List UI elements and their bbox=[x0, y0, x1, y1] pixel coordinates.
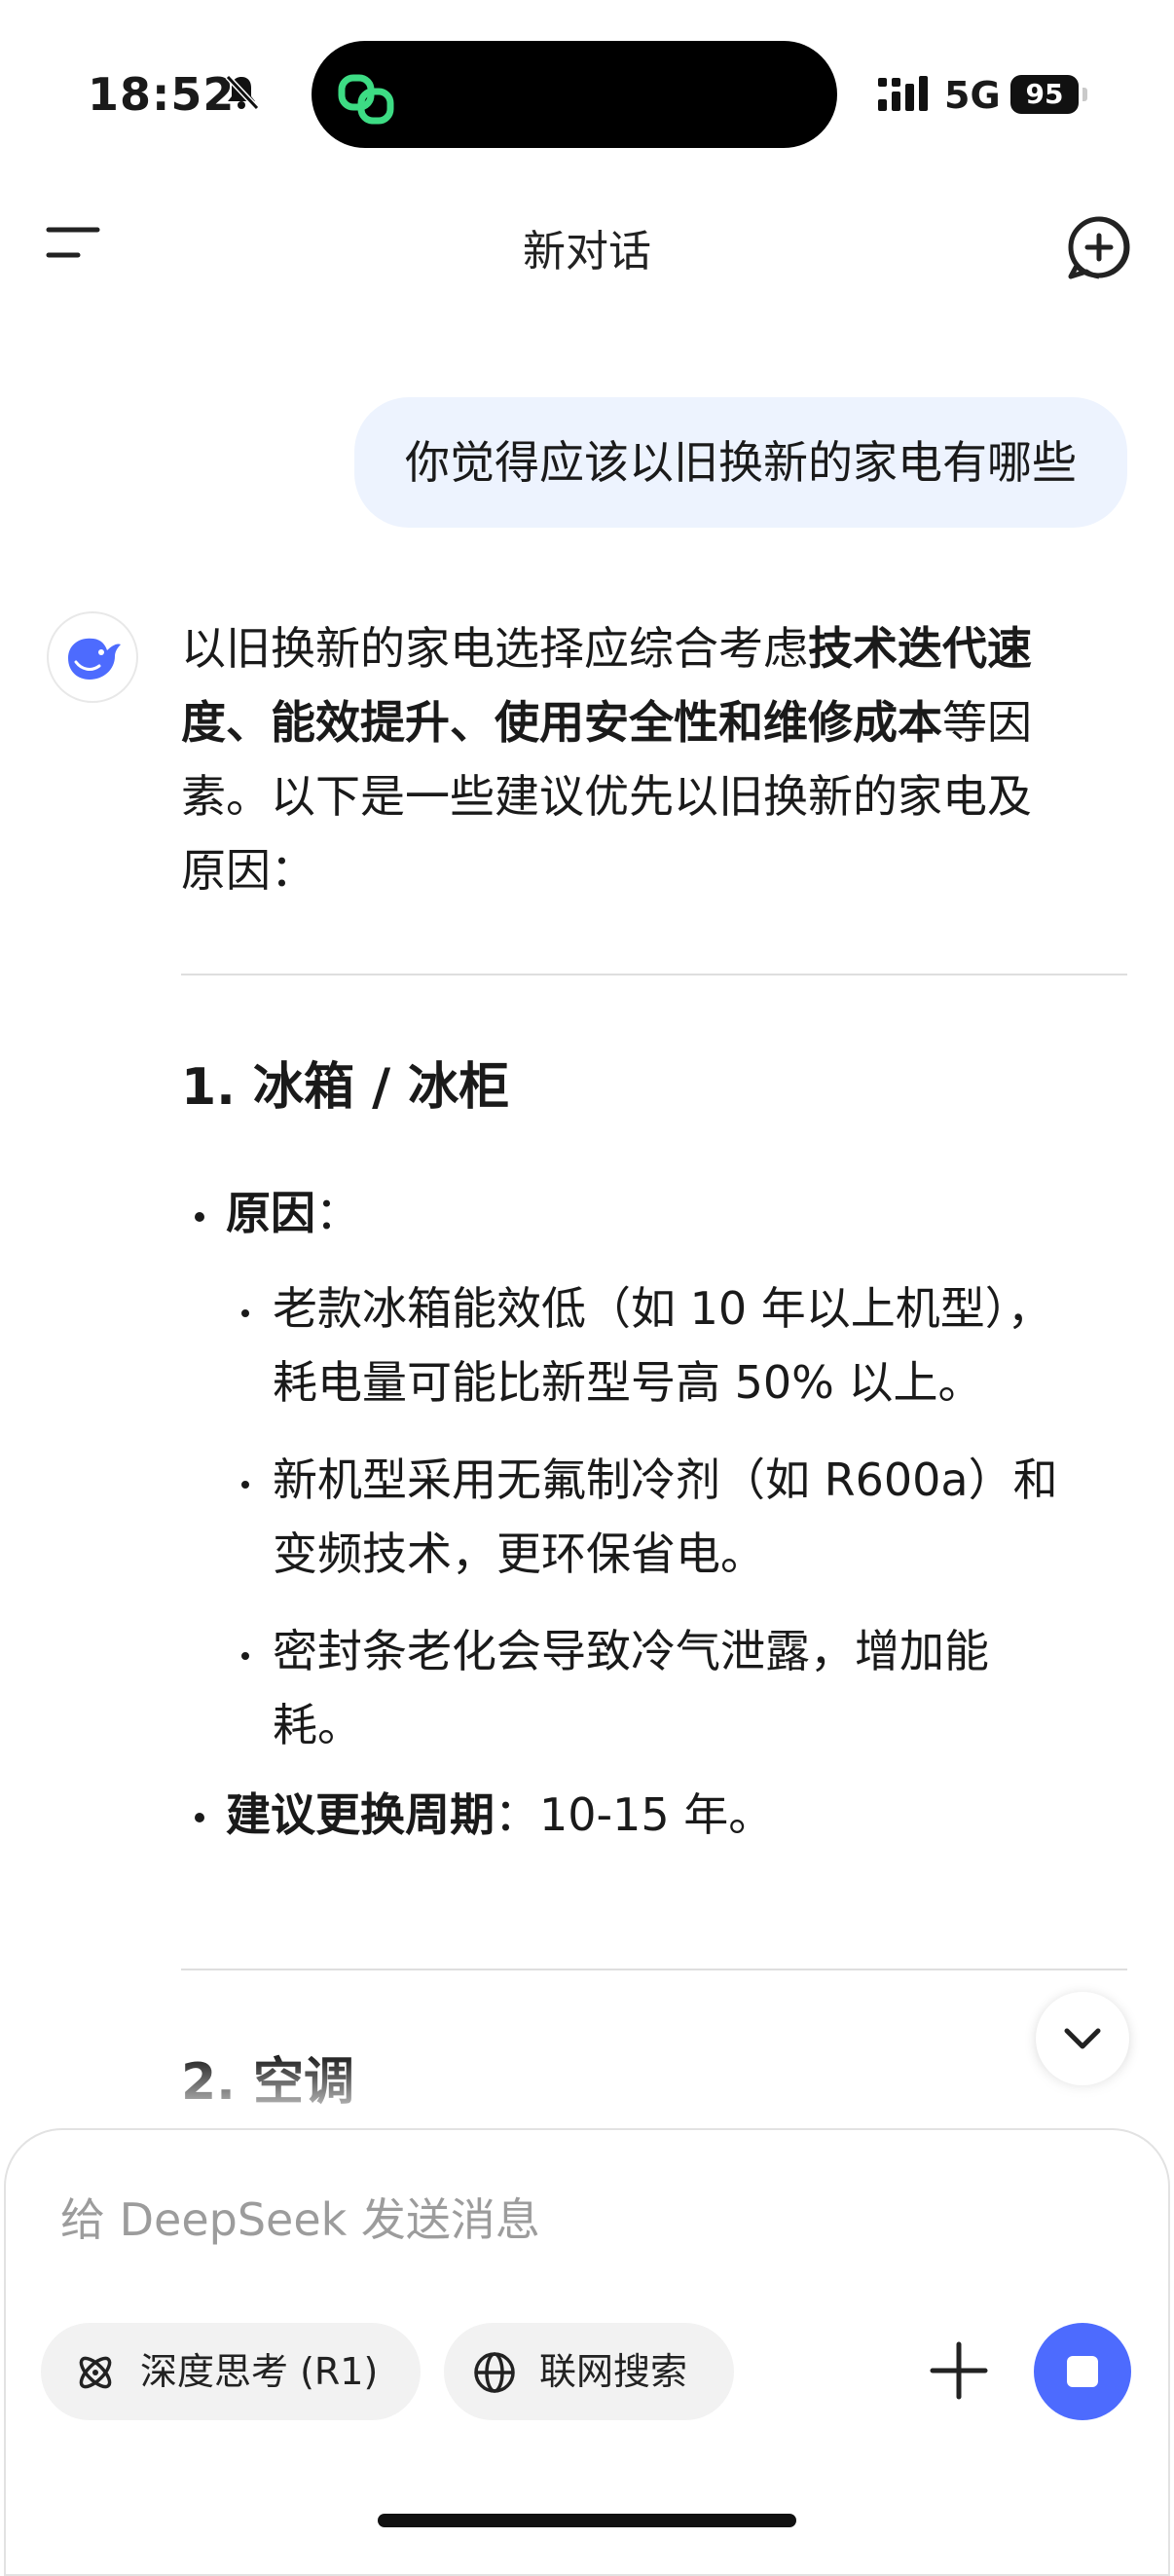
battery-level: 95 bbox=[1010, 75, 1079, 114]
bell-slash-icon bbox=[222, 72, 261, 115]
bullet-dot bbox=[195, 1212, 204, 1222]
home-indicator bbox=[378, 2514, 796, 2527]
stop-generation-button[interactable] bbox=[1034, 2323, 1131, 2420]
reason-item: 密封条老化会导致冷气泄露，增加能 耗。 bbox=[273, 1625, 989, 1751]
deep-think-label: 深度思考 (R1) bbox=[140, 2350, 379, 2393]
deepseek-avatar bbox=[47, 611, 138, 703]
section-divider bbox=[181, 974, 1127, 975]
sub-bullet-dot bbox=[241, 1481, 249, 1489]
atom-icon bbox=[79, 2356, 112, 2389]
answer-line: 素。以下是一些建议优先以旧换新的家电及 bbox=[181, 770, 1032, 823]
assistant-message: 以旧换新的家电选择应综合考虑技术迭代速 度、能效提升、使用安全性和维修成本等因 … bbox=[181, 611, 1127, 907]
signal-icon bbox=[878, 74, 936, 117]
new-chat-icon[interactable] bbox=[1065, 214, 1133, 286]
answer-line: 原因： bbox=[181, 844, 315, 897]
chevron-down-icon bbox=[1064, 2028, 1101, 2049]
page-title: 新对话 bbox=[523, 227, 651, 276]
status-bar: 18:52 5G 95 bbox=[0, 0, 1174, 185]
reason-item: 新机型采用无氟制冷剂（如 R600a）和 变频技术，更环保省电。 bbox=[273, 1454, 1058, 1580]
user-message-bubble: 你觉得应该以旧换新的家电有哪些 bbox=[354, 397, 1127, 528]
battery-icon bbox=[1082, 88, 1087, 101]
deep-think-button[interactable]: 深度思考 (R1) bbox=[41, 2323, 421, 2420]
reason-label-row: 原因： bbox=[226, 1187, 360, 1239]
sub-bullet-dot bbox=[241, 1309, 249, 1317]
sub-bullet-dot bbox=[241, 1652, 249, 1660]
answer-line: 度、能效提升、使用安全性和维修成本等因 bbox=[181, 696, 1032, 749]
deepseek-whale-icon bbox=[68, 638, 121, 680]
content-fade bbox=[0, 2054, 1174, 2132]
dynamic-island-app-icon bbox=[336, 70, 400, 132]
status-time: 18:52 bbox=[88, 68, 236, 121]
attach-plus-icon[interactable] bbox=[927, 2338, 991, 2407]
reason-item: 老款冰箱能效低（如 10 年以上机型）， 耗电量可能比新型号高 50% 以上。 bbox=[273, 1282, 1052, 1409]
section-heading: 1. 冰箱 / 冰柜 bbox=[181, 1058, 510, 1117]
answer-line: 以旧换新的家电选择应综合考虑技术迭代速 bbox=[181, 622, 1032, 675]
web-search-button[interactable]: 联网搜索 bbox=[444, 2323, 734, 2420]
network-type: 5G bbox=[944, 74, 1001, 117]
message-input[interactable]: 给 DeepSeek 发送消息 bbox=[60, 2185, 540, 2249]
replacement-cycle-row: 建议更换周期：10-15 年。 bbox=[226, 1788, 774, 1841]
section-divider bbox=[181, 1969, 1127, 1970]
stop-icon bbox=[1067, 2356, 1098, 2387]
web-search-label: 联网搜索 bbox=[539, 2350, 688, 2393]
globe-icon bbox=[474, 2352, 515, 2393]
bullet-dot bbox=[195, 1813, 204, 1822]
